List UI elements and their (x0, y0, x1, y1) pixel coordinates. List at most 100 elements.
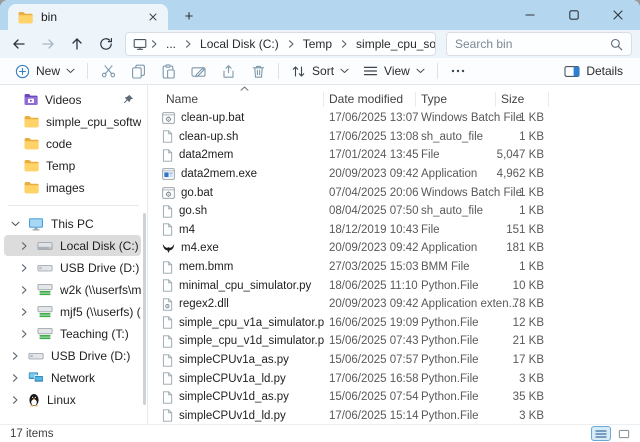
sidebar-item-teaching-t-[interactable]: Teaching (T:) (4, 323, 141, 344)
file-type: File (416, 224, 496, 236)
close-button[interactable] (596, 0, 640, 30)
document-icon (162, 316, 173, 329)
file-type: Application (416, 168, 496, 180)
minimize-button[interactable] (508, 0, 552, 30)
view-button[interactable]: View (356, 59, 432, 83)
breadcrumb[interactable]: ... Local Disk (C:) Temp simple_cpu_softwar… (125, 32, 436, 56)
maximize-button[interactable] (552, 0, 596, 30)
sidebar-item-images[interactable]: images (4, 177, 141, 198)
new-button[interactable]: New (8, 59, 82, 83)
file-date-modified: 17/06/2025 16:58 (324, 373, 416, 385)
chevron-right-icon[interactable] (18, 263, 30, 273)
file-type: File (416, 149, 496, 161)
copy-button[interactable] (123, 59, 153, 83)
search-input[interactable] (455, 37, 610, 51)
document-icon (162, 279, 173, 292)
file-row[interactable]: mem.bmm27/03/2025 15:03BMM File1 KB (148, 258, 640, 277)
refresh-button[interactable] (91, 31, 120, 57)
details-pane-label: Details (586, 64, 623, 78)
breadcrumb-ellipsis[interactable]: ... (161, 35, 181, 53)
file-name: regex2.dll (179, 298, 229, 310)
column-header-name[interactable]: Name (162, 92, 324, 106)
chevron-right-icon[interactable] (18, 285, 30, 295)
chevron-right-icon[interactable] (18, 307, 30, 317)
column-header-date-modified[interactable]: Date modified (324, 92, 416, 106)
chevron-right-icon[interactable] (9, 373, 21, 383)
column-header-size[interactable]: Size (496, 92, 549, 106)
sidebar-item-videos[interactable]: Videos (4, 89, 141, 110)
paste-icon (161, 64, 176, 79)
file-size: 35 KB (496, 391, 549, 403)
toolbar-divider (278, 63, 279, 79)
sidebar-item-local-disk-c-[interactable]: Local Disk (C:) (4, 235, 141, 256)
file-row[interactable]: m418/12/2019 10:43File151 KB (148, 221, 640, 240)
file-row[interactable]: clean-up.sh17/06/2025 13:08sh_auto_file1… (148, 128, 640, 147)
sidebar-item-label: Teaching (T:) (60, 327, 129, 341)
file-row[interactable]: data2mem17/01/2024 13:45File5,047 KB (148, 146, 640, 165)
file-row[interactable]: go.bat07/04/2025 20:06Windows Batch File… (148, 183, 640, 202)
sort-button[interactable]: Sort (284, 59, 356, 83)
new-tab-button[interactable]: + (178, 5, 200, 27)
file-size: 1 KB (496, 131, 549, 143)
tab-close-button[interactable] (144, 8, 162, 26)
file-row[interactable]: simple_cpu_v1d_simulator.py15/06/2025 07… (148, 332, 640, 351)
back-button[interactable] (4, 31, 33, 57)
file-row[interactable]: go.sh08/04/2025 07:50sh_auto_file1 KB (148, 202, 640, 221)
more-options-button[interactable] (443, 59, 473, 83)
status-bar: 17 items (0, 424, 640, 442)
sidebar-scrollbar[interactable] (143, 213, 146, 405)
file-row[interactable]: simpleCPUv1d_ld.py17/06/2025 15:14Python… (148, 407, 640, 425)
folder-icon (24, 115, 39, 128)
file-date-modified: 17/06/2025 15:14 (324, 410, 416, 422)
sidebar-item-temp[interactable]: Temp (4, 155, 141, 176)
file-row[interactable]: regex2.dll20/09/2023 09:42Application ex… (148, 295, 640, 314)
forward-button[interactable] (33, 31, 62, 57)
chevron-right-icon[interactable] (18, 241, 30, 251)
file-size: 1 KB (496, 112, 549, 124)
cut-button[interactable] (93, 59, 123, 83)
breadcrumb-item[interactable]: Local Disk (C:) (195, 35, 284, 53)
linux-icon (28, 393, 40, 407)
share-button[interactable] (213, 59, 243, 83)
chevron-right-icon[interactable] (9, 395, 21, 405)
rename-button[interactable] (183, 59, 213, 83)
search-box[interactable] (446, 32, 632, 56)
file-row[interactable]: data2mem.exe20/09/2023 09:42Application4… (148, 165, 640, 184)
file-name: minimal_cpu_simulator.py (179, 280, 311, 292)
sidebar-item-simple-cpu-software[interactable]: simple_cpu_software (4, 111, 141, 132)
breadcrumb-item[interactable]: Temp (298, 35, 337, 53)
large-icons-view-toggle[interactable] (614, 426, 634, 441)
sidebar-item-this-pc[interactable]: This PC (4, 213, 141, 234)
file-row[interactable]: simple_cpu_v1a_simulator.py16/06/2025 19… (148, 314, 640, 333)
sidebar-item-code[interactable]: code (4, 133, 141, 154)
file-row[interactable]: simpleCPUv1a_as.py15/06/2025 07:57Python… (148, 351, 640, 370)
file-row[interactable]: simpleCPUv1a_ld.py17/06/2025 16:58Python… (148, 369, 640, 388)
breadcrumb-item[interactable]: simple_cpu_software (351, 35, 436, 53)
sidebar-item-network[interactable]: Network (4, 367, 141, 388)
sidebar-item-linux[interactable]: Linux (4, 389, 141, 410)
chevron-right-icon[interactable] (18, 329, 30, 339)
file-row[interactable]: simpleCPUv1d_as.py15/06/2025 07:54Python… (148, 388, 640, 407)
sidebar-item-w2k-userfs-mjf5-h-[interactable]: w2k (\\userfs\mjf5) (H:) (4, 279, 141, 300)
sidebar-item-usb-drive-d-[interactable]: USB Drive (D:) (4, 345, 141, 366)
chevron-right-icon[interactable] (9, 351, 21, 361)
tab-bin[interactable]: bin (8, 4, 168, 30)
document-icon (162, 149, 173, 162)
sidebar-item-usb-drive-d-[interactable]: USB Drive (D:) (4, 257, 141, 278)
paste-button[interactable] (153, 59, 183, 83)
file-row[interactable]: minimal_cpu_simulator.py18/06/2025 11:10… (148, 276, 640, 295)
breadcrumb-computer-button[interactable] (133, 38, 147, 51)
breadcrumb-separator (287, 39, 295, 49)
up-button[interactable] (62, 31, 91, 57)
file-date-modified: 07/04/2025 20:06 (324, 187, 416, 199)
sidebar-item-mjf5-userfs-m-[interactable]: mjf5 (\\userfs) (M:) (4, 301, 141, 322)
column-header-type[interactable]: Type (416, 92, 496, 106)
file-row[interactable]: clean-up.bat17/06/2025 13:07Windows Batc… (148, 109, 640, 128)
chevron-down-icon[interactable] (9, 221, 21, 227)
tab-label: bin (41, 10, 136, 24)
navigation-sidebar: Videossimple_cpu_softwarecodeTempimages T… (0, 85, 148, 424)
details-view-toggle[interactable] (591, 426, 611, 441)
details-pane-button[interactable]: Details (557, 59, 630, 83)
file-row[interactable]: m4.exe20/09/2023 09:42Application181 KB (148, 239, 640, 258)
delete-button[interactable] (243, 59, 273, 83)
